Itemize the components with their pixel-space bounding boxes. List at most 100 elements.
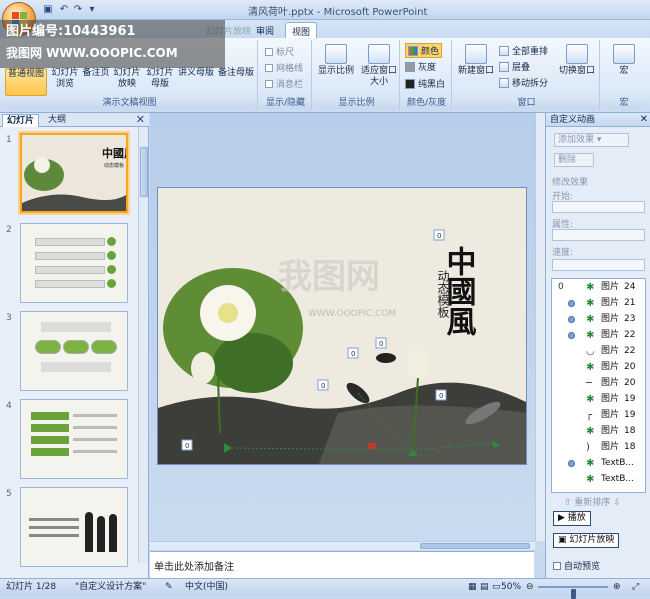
gridlines-checkbox[interactable]: 网格线	[265, 61, 303, 74]
tab-slides[interactable]: 幻灯片	[2, 114, 40, 127]
slide-master-button[interactable]: 幻灯片母版	[145, 68, 175, 90]
switch-window-button[interactable]: 切换窗口	[557, 44, 597, 77]
normal-view-status-icon[interactable]: ▦	[468, 579, 477, 595]
slide-number: 4	[6, 401, 12, 411]
customize-quick-access-icon[interactable]: ▾	[86, 4, 98, 16]
trigger-mouse-icon	[568, 460, 575, 467]
animation-marker: 0	[351, 350, 355, 358]
zoom-out-icon[interactable]: ⊖	[526, 579, 534, 595]
trigger-mouse-icon	[568, 332, 575, 339]
arrange-all-button[interactable]: 全部重排	[499, 44, 548, 57]
slide-sorter-button[interactable]: 幻灯片浏览	[50, 68, 80, 90]
undo-icon[interactable]: ↶	[58, 4, 70, 16]
slideshow-status-icon[interactable]: ▭	[492, 579, 501, 595]
slide-thumbnail-3[interactable]	[20, 311, 128, 391]
cascade-button[interactable]: 层叠	[499, 60, 530, 73]
redo-icon[interactable]: ↷	[72, 4, 84, 16]
animation-item[interactable]: ┌ 图片 19	[552, 409, 645, 422]
play-button[interactable]: ▶ 播放	[553, 511, 591, 526]
autopreview-checkbox[interactable]: 自动预览	[553, 559, 600, 572]
slide-editor: 中國風 动态模板 我图网 WWW.OOOPIC.COM 0 0 0 0 0 0	[150, 113, 545, 550]
ruler-checkbox[interactable]: 标尺	[265, 45, 294, 58]
notes-master-button[interactable]: 备注母版	[216, 68, 256, 79]
notes-pane[interactable]: 单击此处添加备注	[150, 551, 534, 578]
slide-thumbnail-4[interactable]	[20, 399, 128, 479]
remove-effect-button[interactable]: 删除	[554, 153, 594, 167]
slide-number: 1	[6, 135, 12, 145]
animation-item[interactable]: ✱ 图片 22	[552, 329, 645, 342]
effect-star-icon: ✱	[586, 458, 595, 469]
animation-item[interactable]: ✱ 图片 21	[552, 297, 645, 310]
editor-vertical-scrollbar[interactable]	[535, 113, 545, 541]
zoom-percent[interactable]: 50%	[501, 579, 521, 595]
new-window-icon	[465, 44, 487, 64]
effect-star-icon: ✱	[586, 330, 595, 341]
split-icon	[499, 78, 509, 88]
effect-star-icon: ✱	[586, 298, 595, 309]
zoom-slider[interactable]	[538, 586, 608, 599]
slideshow-preview-button[interactable]: ▣ 幻灯片放映	[553, 533, 620, 548]
move-split-button[interactable]: 移动拆分	[499, 76, 548, 89]
notes-page-button[interactable]: 备注页	[82, 68, 110, 79]
slide-subtitle: 动态模板	[436, 270, 450, 319]
save-icon[interactable]: ▣	[42, 4, 54, 16]
animation-item[interactable]: ✱ TextB...	[552, 473, 645, 486]
animation-item[interactable]: ◡ 图片 22	[552, 345, 645, 358]
animation-item[interactable]: ) 图片 18	[552, 441, 645, 454]
slide-1-subtitle: 动态模板	[104, 162, 124, 169]
animation-item[interactable]: ─ 图片 20	[552, 377, 645, 390]
color-icon	[408, 46, 418, 56]
watermark-site: 我图网 WWW.OOOPIC.COM	[6, 46, 178, 60]
macro-button[interactable]: 宏	[610, 44, 638, 77]
zoom-in-icon[interactable]: ⊕	[613, 579, 621, 595]
slide-thumbnail-2[interactable]	[20, 223, 128, 303]
slideshow-button[interactable]: 幻灯片放映	[112, 68, 142, 90]
zoom-button[interactable]: 显示比例	[316, 44, 356, 77]
add-effect-button[interactable]: 添加效果 ▾	[554, 133, 629, 147]
group-label-zoom: 显示比例	[314, 97, 399, 109]
animation-item[interactable]: ✱ 图片 23	[552, 313, 645, 326]
slide-1-preview: 中國風 动态模板	[22, 135, 135, 211]
normal-view-button[interactable]: 普通视图	[5, 68, 47, 96]
speed-select[interactable]	[552, 259, 645, 271]
property-select[interactable]	[552, 229, 645, 241]
new-window-button[interactable]: 新建窗口	[456, 44, 496, 77]
close-pane-icon[interactable]: ✕	[136, 113, 145, 127]
spell-check-icon[interactable]: ✎	[165, 579, 173, 595]
close-task-pane-icon[interactable]: ✕	[640, 113, 648, 127]
tab-review[interactable]: 审阅	[250, 22, 280, 38]
animation-list[interactable]: 0 ✱ 图片 24 ✱ 图片 21 ✱ 图片 23 ✱ 图片 22 ◡ 图片 22 ✱ 图片 20 ─ 图片…	[551, 278, 646, 493]
reorder-control[interactable]: ⇧ 重新排序 ⇩	[564, 495, 621, 508]
zoom-slider-knob[interactable]	[571, 589, 576, 599]
slide-thumbnail-1[interactable]: 中國風 动态模板	[18, 131, 135, 215]
slide-canvas[interactable]: 中國風 动态模板 我图网 WWW.OOOPIC.COM 0 0 0 0 0 0	[157, 187, 527, 465]
start-select[interactable]	[552, 201, 645, 213]
slides-scrollbar[interactable]	[138, 127, 148, 563]
cascade-icon	[499, 62, 509, 72]
editor-horizontal-scrollbar[interactable]	[150, 541, 535, 550]
group-label-color: 颜色/灰度	[402, 97, 451, 109]
title-bar: ▣ ↶ ↷ ▾ 清风荷叶.pptx - Microsoft PowerPoint	[0, 0, 650, 20]
animation-item[interactable]: ✱ 图片 20	[552, 361, 645, 374]
trigger-mouse-icon	[568, 316, 575, 323]
color-button[interactable]: 颜色	[405, 43, 443, 58]
grayscale-icon	[405, 62, 415, 72]
message-bar-checkbox[interactable]: 消息栏	[265, 77, 303, 90]
fit-slide-icon[interactable]: ⤢	[632, 579, 639, 595]
status-bar: 幻灯片 1/28 "自定义设计方案" ✎ 中文(中国) ▦ ▤ ▭ 50% ⊖ …	[0, 578, 650, 599]
sorter-view-status-icon[interactable]: ▤	[480, 579, 489, 595]
animation-item[interactable]: ✱ TextB...	[552, 457, 645, 470]
group-label-show-hide: 显示/隐藏	[260, 97, 311, 109]
black-white-button[interactable]: 纯黑白	[405, 77, 445, 90]
handout-master-button[interactable]: 讲义母版	[177, 68, 215, 79]
animation-item[interactable]: 0 ✱ 图片 24	[552, 281, 645, 294]
animation-item[interactable]: ✱ 图片 18	[552, 425, 645, 438]
grayscale-button[interactable]: 灰度	[405, 60, 436, 73]
slide-number: 5	[6, 489, 12, 499]
motion-line-icon: ─	[586, 378, 593, 389]
animation-item[interactable]: ✱ 图片 19	[552, 393, 645, 406]
fit-to-window-button[interactable]: 适应窗口大小	[360, 44, 398, 88]
slide-thumbnail-5[interactable]	[20, 487, 128, 567]
tab-view[interactable]: 视图	[285, 22, 318, 38]
tab-outline[interactable]: 大纲	[44, 114, 70, 127]
